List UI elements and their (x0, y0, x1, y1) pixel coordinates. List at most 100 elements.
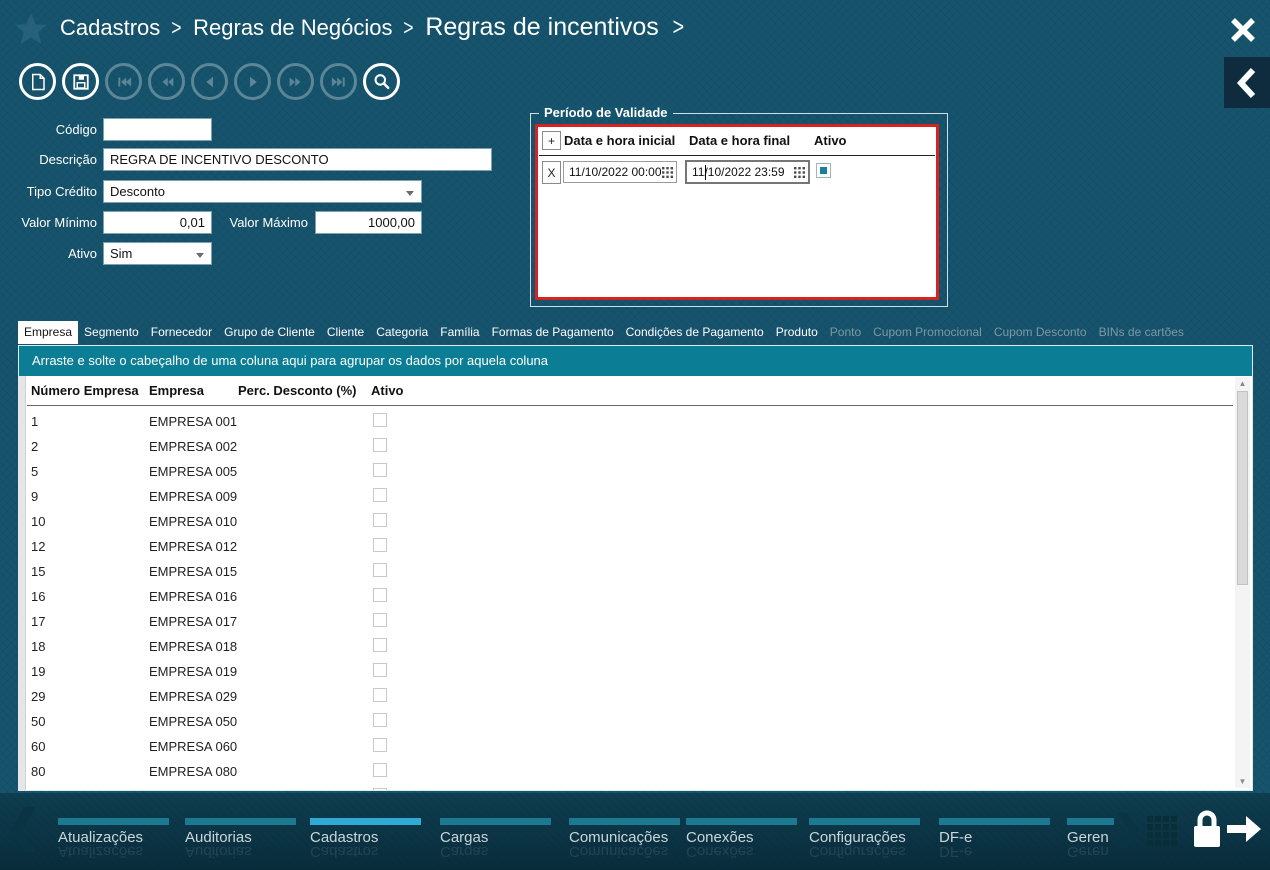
skip-last-icon (330, 73, 348, 91)
delete-period-button[interactable]: X (542, 161, 561, 184)
group-by-banner[interactable]: Arraste e solte o cabeçalho de uma colun… (19, 346, 1252, 376)
cell-numero: 9 (31, 489, 38, 504)
table-row[interactable]: 15EMPRESA 015 (27, 559, 1233, 584)
ativo-checkbox[interactable] (373, 638, 387, 652)
ativo-checkbox[interactable] (373, 713, 387, 727)
table-row[interactable]: 16EMPRESA 016 (27, 584, 1233, 609)
table-row[interactable]: 2EMPRESA 002 (27, 434, 1233, 459)
table-row[interactable]: 19EMPRESA 019 (27, 659, 1233, 684)
table-row[interactable]: 18EMPRESA 018 (27, 634, 1233, 659)
ativo-checkbox[interactable] (373, 613, 387, 627)
tipo-credito-select[interactable]: Desconto (103, 180, 422, 203)
date-picker-grid-icon[interactable] (662, 167, 673, 178)
tab-categoria[interactable]: Categoria (370, 321, 434, 344)
breadcrumb-item[interactable]: Cadastros (60, 15, 160, 41)
close-icon[interactable] (1227, 14, 1259, 46)
codigo-input[interactable] (103, 118, 212, 141)
ativo-checkbox[interactable] (373, 788, 387, 790)
ativo-checkbox[interactable] (373, 688, 387, 702)
menu-item-conexoes[interactable]: Conexões Conexões (686, 818, 797, 860)
vertical-scrollbar[interactable]: ▲ ▼ (1235, 377, 1250, 788)
ativo-checkbox[interactable] (373, 488, 387, 502)
col-header-numero-empresa[interactable]: Número Empresa (31, 383, 139, 398)
tab-cliente[interactable]: Cliente (321, 321, 370, 344)
checkbox-checked-mark (820, 167, 827, 174)
cell-empresa: EMPRESA 001 (149, 414, 237, 429)
tab-grupo-de-cliente[interactable]: Grupo de Cliente (218, 321, 321, 344)
col-header-ativo[interactable]: Ativo (371, 383, 404, 398)
data-hora-inicial-input[interactable]: 11/10/2022 00:00 (563, 161, 677, 183)
scroll-down-icon[interactable]: ▼ (1235, 775, 1250, 788)
ativo-select[interactable]: Sim (103, 242, 212, 265)
ativo-checkbox[interactable] (373, 663, 387, 677)
search-button[interactable] (363, 63, 400, 100)
table-row[interactable]: 12EMPRESA 012 (27, 534, 1233, 559)
valor-minimo-input[interactable]: 0,01 (103, 211, 212, 234)
table-row[interactable]: 80EMPRESA 080 (27, 759, 1233, 784)
ativo-checkbox[interactable] (373, 513, 387, 527)
menu-item-gerencial[interactable]: Geren Geren (1067, 818, 1114, 860)
ativo-checkbox[interactable] (373, 738, 387, 752)
valor-maximo-input[interactable]: 1000,00 (315, 211, 422, 234)
table-row[interactable]: 50EMPRESA 050 (27, 709, 1233, 734)
add-period-button[interactable]: + (542, 131, 561, 150)
breadcrumb-item[interactable]: Regras de Negócios (193, 15, 392, 41)
save-button[interactable] (62, 63, 99, 100)
menu-underline (440, 818, 551, 825)
menu-item-cadastros[interactable]: Cadastros Cadastros (310, 818, 421, 860)
ativo-checkbox[interactable] (373, 763, 387, 777)
tab-condicoes-de-pagamento[interactable]: Condições de Pagamento (620, 321, 770, 344)
menu-item-comunicacoes[interactable]: Comunicações Comunicações (569, 818, 680, 860)
descricao-input[interactable]: REGRA DE INCENTIVO DESCONTO (103, 148, 492, 171)
cell-empresa: EMPRESA 017 (149, 614, 237, 629)
periodo-ativo-checkbox[interactable] (816, 163, 831, 178)
menu-item-auditorias[interactable]: Auditorias Auditorias (185, 818, 296, 860)
menu-item-configuracoes[interactable]: Configurações Configurações (809, 818, 920, 860)
cell-numero: 80 (31, 764, 45, 779)
ativo-checkbox[interactable] (373, 588, 387, 602)
table-row[interactable]: 9 EMPRESA 009 (27, 484, 1233, 509)
date-picker-grid-icon[interactable] (794, 167, 805, 178)
cell-empresa: EMPRESA 009 (149, 489, 237, 504)
tab-familia[interactable]: Família (434, 321, 485, 344)
exit-arrow-icon[interactable] (1225, 813, 1263, 845)
col-header-perc-desconto[interactable]: Perc. Desconto (%) (238, 383, 356, 398)
menu-scroll-left-icon[interactable]: ❮ (5, 801, 42, 852)
tab-bins-de-cartoes: BINs de cartões (1093, 321, 1190, 344)
lock-icon[interactable] (1191, 808, 1223, 850)
app-grid-icon[interactable] (1147, 816, 1177, 846)
menu-scroll-right-icon[interactable]: ❯ (1114, 808, 1143, 848)
scrollbar-thumb[interactable] (1237, 391, 1248, 585)
table-row[interactable]: 29EMPRESA 029 (27, 684, 1233, 709)
table-row[interactable]: 5EMPRESA 005 (27, 459, 1233, 484)
tab-produto[interactable]: Produto (770, 321, 824, 344)
menu-item-cargas[interactable]: Cargas Cargas (440, 818, 551, 860)
nav-previous-button (191, 63, 228, 100)
table-row-partial[interactable] (27, 784, 1233, 790)
new-record-button[interactable] (19, 63, 56, 100)
table-row[interactable]: 1EMPRESA 001 (27, 409, 1233, 434)
col-header-empresa[interactable]: Empresa (149, 383, 204, 398)
ativo-checkbox[interactable] (373, 438, 387, 452)
tab-fornecedor[interactable]: Fornecedor (145, 321, 218, 344)
table-row[interactable]: 60EMPRESA 060 (27, 734, 1233, 759)
tab-formas-de-pagamento[interactable]: Formas de Pagamento (486, 321, 620, 344)
data-hora-final-input[interactable]: 11/10/2022 23:59 (685, 160, 810, 184)
breadcrumb-item-current[interactable]: Regras de incentivos (425, 13, 658, 42)
ativo-checkbox[interactable] (373, 538, 387, 552)
ativo-checkbox[interactable] (373, 463, 387, 477)
menu-item-atualizacoes[interactable]: Atualizações Atualizações (58, 818, 169, 860)
tipo-credito-value: Desconto (110, 184, 165, 199)
favorite-star-icon[interactable] (11, 9, 51, 49)
tab-empresa[interactable]: Empresa (18, 321, 78, 344)
collapse-panel-button[interactable] (1224, 57, 1270, 108)
ativo-checkbox[interactable] (373, 563, 387, 577)
table-row[interactable]: 10EMPRESA 010 (27, 509, 1233, 534)
breadcrumb-separator: > (172, 15, 182, 41)
menu-item-dfe[interactable]: DF-e DF-e (939, 818, 1050, 860)
tab-segmento[interactable]: Segmento (78, 321, 145, 344)
scroll-up-icon[interactable]: ▲ (1235, 377, 1250, 390)
table-row[interactable]: 17EMPRESA 017 (27, 609, 1233, 634)
descricao-label: Descrição (7, 152, 97, 167)
ativo-checkbox[interactable] (373, 413, 387, 427)
